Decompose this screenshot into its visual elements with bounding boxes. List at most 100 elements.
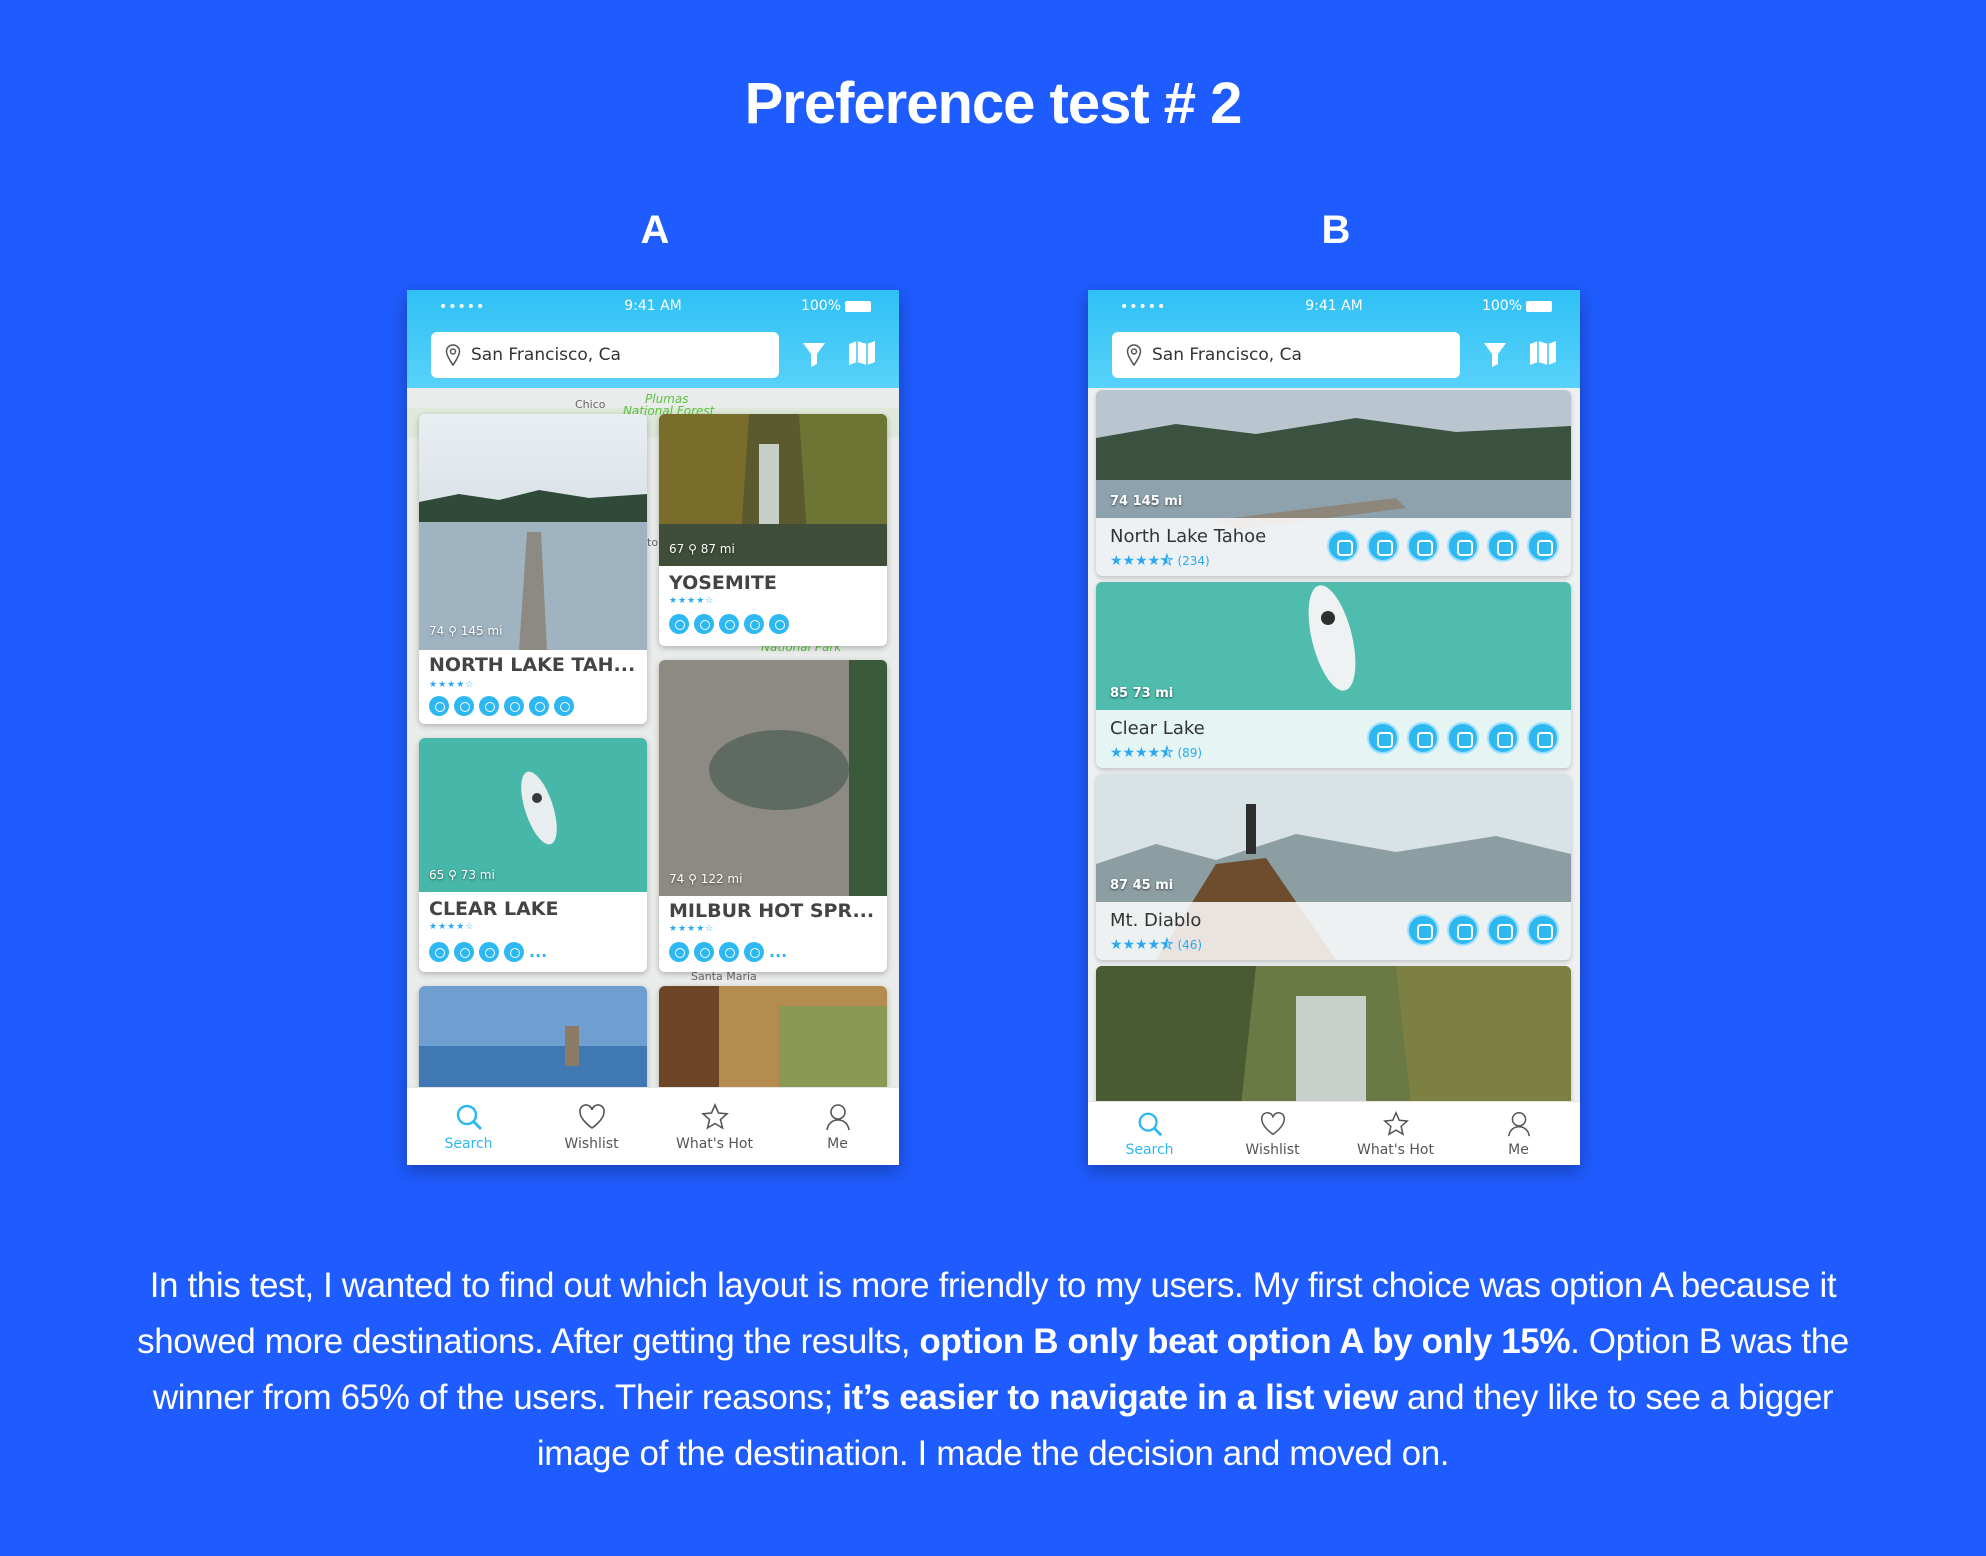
filter-icon[interactable] [1482,340,1508,368]
hiking-icon [694,614,714,634]
camping-icon [744,942,764,962]
fishing-icon [1327,530,1359,562]
tab-whats-hot[interactable]: What's Hot [1334,1102,1457,1165]
sup-icon [1487,722,1519,754]
destination-card-milbur-hot-springs[interactable]: 74 ⚲ 122 mi MILBUR HOT SPR... ★★★★☆ ... [659,660,887,972]
fishing-icon [1407,722,1439,754]
destination-card-partial[interactable] [419,986,647,1087]
campfire-icon [1407,530,1439,562]
phone-mockup-a: ••••• 9:41 AM 100% San Francisco, Ca Chi… [407,290,899,1165]
biking-icon [744,614,764,634]
destination-name: North Lake Tahoe [1110,526,1267,547]
sup-icon [1447,530,1479,562]
destination-image [419,414,647,650]
status-bar: ••••• 9:41 AM 100% [1088,298,1580,318]
tab-wishlist[interactable]: Wishlist [530,1088,653,1165]
tab-search[interactable]: Search [1088,1102,1211,1165]
destination-image [659,986,887,1087]
activity-icons [669,614,789,634]
destination-card-partial[interactable] [659,986,887,1087]
map-view-icon[interactable] [847,338,877,368]
destination-card-north-lake-tahoe[interactable]: 74 145 mi North Lake Tahoe ★★★★⯪ (234) [1096,390,1571,576]
battery-icon [1526,300,1552,312]
rating-stars: ★★★★⯪ (89) [1110,745,1203,761]
tent-icon [1527,722,1559,754]
tab-me[interactable]: Me [776,1088,899,1165]
tab-label: Me [1508,1141,1529,1158]
destination-card-yosemite[interactable]: 67 ⚲ 87 mi YOSEMITE ★★★★☆ [659,414,887,646]
tab-me[interactable]: Me [1457,1102,1580,1165]
tab-label: What's Hot [1357,1141,1434,1158]
biking-icon [1367,530,1399,562]
tab-label: Wishlist [1245,1141,1300,1158]
destination-card-mt-diablo[interactable]: 87 45 mi Mt. Diablo ★★★★⯪ (46) [1096,774,1571,960]
tent-icon [1527,914,1559,946]
filter-icon[interactable] [801,340,827,368]
variant-b-label: B [1321,208,1351,252]
description-paragraph: In this test, I wanted to find out which… [137,1266,1849,1473]
weather-distance-info: 87 45 mi [1110,878,1174,893]
page-title: Preference test # 2 [744,71,1243,136]
emphasis-result: option B only beat option A by only 15% [919,1322,1571,1361]
rating-stars: ★★★★☆ [429,922,475,932]
fire-icon [769,614,789,634]
destination-card-partial[interactable] [1096,966,1571,1101]
biking-icon [529,696,549,716]
battery-icon [845,300,871,312]
map-view-icon[interactable] [1528,338,1558,368]
results-grid: Chico Plumas National Forest National Pa… [407,388,899,1087]
destination-name: MILBUR HOT SPR... [669,900,875,922]
activity-icons: ... [669,942,787,962]
tab-label: Wishlist [564,1135,619,1152]
user-icon [1507,1111,1530,1136]
more-activities[interactable]: ... [769,944,787,960]
hiking-icon [694,942,714,962]
tab-wishlist[interactable]: Wishlist [1211,1102,1334,1165]
tab-search[interactable]: Search [407,1088,530,1165]
status-bar: ••••• 9:41 AM 100% [407,298,899,318]
camping-icon [669,614,689,634]
skiing-icon [719,614,739,634]
tab-label: Search [444,1135,493,1152]
star-icon [700,1102,729,1130]
app-header: ••••• 9:41 AM 100% San Francisco, Ca [1088,290,1580,388]
biking-icon [719,942,739,962]
location-search-field[interactable]: San Francisco, Ca [1112,332,1460,378]
map-label-to: to [647,536,659,549]
destination-card-clear-lake[interactable]: 65 ⚲ 73 mi CLEAR LAKE ★★★★☆ ... [419,738,647,972]
destination-image [659,660,887,896]
heart-icon [578,1103,605,1129]
destination-card-clear-lake[interactable]: 85 73 mi Clear Lake ★★★★⯪ (89) [1096,582,1571,768]
review-count: (46) [1177,938,1203,952]
boating-icon [1367,722,1399,754]
more-activities[interactable]: ... [529,944,547,960]
user-icon [825,1103,850,1130]
tent-icon [1527,530,1559,562]
rating-stars: ★★★★⯪ (46) [1110,937,1203,953]
rating-stars: ★★★★☆ [669,924,715,934]
rv-icon [1407,914,1439,946]
location-search-value: San Francisco, Ca [471,345,621,365]
map-label-chico: Chico [575,398,606,411]
activity-icons [1327,530,1559,562]
destination-name: YOSEMITE [669,572,777,594]
battery-percent: 100% [800,298,841,314]
activity-icons [429,696,574,716]
biking-icon [1487,914,1519,946]
tab-label: Me [827,1135,848,1152]
tab-label: Search [1125,1141,1174,1158]
activity-icons [1367,722,1559,754]
camping-icon [479,942,499,962]
bottom-tab-bar: Search Wishlist What's Hot Me [407,1087,899,1165]
weather-distance-info: 74 145 mi [1110,494,1183,509]
app-header: ••••• 9:41 AM 100% San Francisco, Ca [407,290,899,388]
location-search-field[interactable]: San Francisco, Ca [431,332,779,378]
tab-whats-hot[interactable]: What's Hot [653,1088,776,1165]
phone-mockup-b: ••••• 9:41 AM 100% San Francisco, Ca 74 … [1088,290,1580,1165]
boating-icon [429,696,449,716]
location-search-value: San Francisco, Ca [1152,345,1302,365]
destination-card-north-lake-tahoe[interactable]: 74 ⚲ 145 mi NORTH LAKE TAH... ★★★★☆ [419,414,647,724]
weather-distance-info: 85 73 mi [1110,686,1174,701]
weather-distance-info: 74 ⚲ 122 mi [669,872,743,886]
swimming-icon [454,696,474,716]
